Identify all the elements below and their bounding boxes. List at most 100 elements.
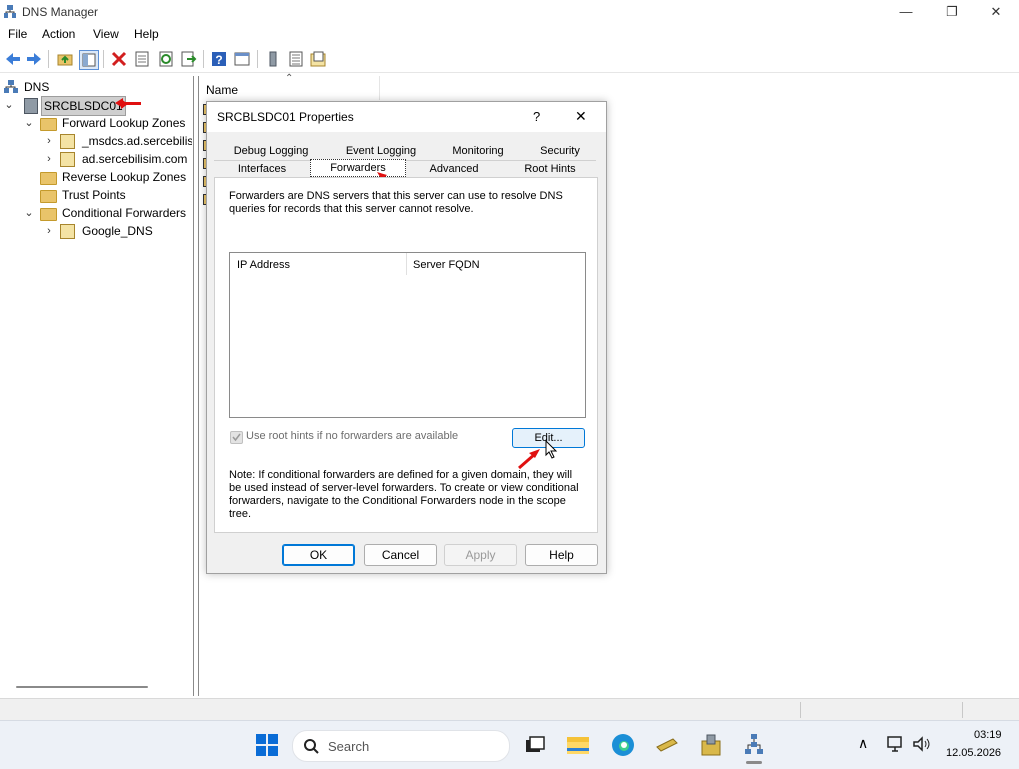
folder-icon xyxy=(40,118,57,131)
toolbar: ? xyxy=(0,46,1019,73)
chevron-down-icon[interactable]: ⌄ xyxy=(24,204,34,222)
task-view-icon[interactable] xyxy=(523,733,547,757)
tree-item-trust-points[interactable]: Trust Points xyxy=(24,186,126,204)
column-header-ip-address[interactable]: IP Address xyxy=(230,253,407,275)
annotation-arrow xyxy=(518,449,540,470)
action-pane-icon[interactable] xyxy=(233,50,251,68)
tab-event-logging[interactable]: Event Logging xyxy=(333,143,429,159)
dns-taskbar-icon[interactable] xyxy=(742,733,766,764)
dialog-close-button[interactable]: ✕ xyxy=(575,108,587,125)
tree-item-forward-lookup-zones[interactable]: ⌄ Forward Lookup Zones xyxy=(24,114,185,132)
svg-text:?: ? xyxy=(215,53,222,67)
back-icon[interactable] xyxy=(4,50,22,68)
tab-monitoring[interactable]: Monitoring xyxy=(437,143,519,159)
title-bar: DNS Manager — ❐ ✕ xyxy=(0,0,1019,24)
chevron-right-icon[interactable]: › xyxy=(44,150,54,168)
tab-root-hints[interactable]: Root Hints xyxy=(510,161,590,177)
menu-view[interactable]: View xyxy=(93,27,119,41)
column-header-label: Server FQDN xyxy=(413,259,480,271)
clock-time[interactable]: 03:19 xyxy=(974,729,1002,741)
dns-app-icon xyxy=(4,5,16,19)
network-icon[interactable] xyxy=(886,735,906,753)
server-icon[interactable] xyxy=(264,50,282,68)
zone-icon[interactable] xyxy=(309,50,327,68)
dialog-title: SRCBLSDC01 Properties xyxy=(217,110,354,124)
chevron-right-icon[interactable]: › xyxy=(44,222,54,240)
conditional-forwarders-note: Note: If conditional forwarders are defi… xyxy=(229,469,579,520)
export-list-icon[interactable] xyxy=(179,50,197,68)
maximize-button[interactable]: ❐ xyxy=(929,0,975,24)
tree-item-msdcs-zone[interactable]: › _msdcs.ad.sercebilisim xyxy=(44,132,192,150)
tree-item-dns[interactable]: DNS xyxy=(4,78,49,96)
root-hints-checkbox[interactable] xyxy=(230,431,243,444)
column-header-server-fqdn[interactable]: Server FQDN xyxy=(407,253,585,275)
file-explorer-icon[interactable] xyxy=(566,733,590,757)
minimize-button[interactable]: — xyxy=(883,0,929,24)
menu-file[interactable]: File xyxy=(8,27,27,41)
ok-button[interactable]: OK xyxy=(282,544,355,566)
show-hide-tree-icon[interactable] xyxy=(79,50,99,70)
menu-help[interactable]: Help xyxy=(134,27,159,41)
tree-label-server: SRCBLSDC01 xyxy=(41,96,126,116)
folder-icon xyxy=(40,172,57,185)
tree-item-ad-zone[interactable]: › ad.sercebilisim.com xyxy=(44,150,187,168)
folder-icon xyxy=(40,208,57,221)
dialog-help-button[interactable]: ? xyxy=(533,109,540,124)
clock-date[interactable]: 12.05.2026 xyxy=(946,747,1001,759)
horizontal-scrollbar[interactable] xyxy=(16,686,148,688)
tree-label: Reverse Lookup Zones xyxy=(62,170,187,184)
zone-icon xyxy=(60,134,75,149)
edge-browser-icon[interactable] xyxy=(611,733,635,757)
list-icon[interactable] xyxy=(287,50,305,68)
zone-icon xyxy=(60,152,75,167)
window-title: DNS Manager xyxy=(22,5,99,19)
refresh-icon[interactable] xyxy=(157,50,175,68)
properties-icon[interactable] xyxy=(133,50,151,68)
cancel-button[interactable]: Cancel xyxy=(364,544,437,566)
column-header-name[interactable]: ⌃ Name xyxy=(199,73,380,100)
console-tree: DNS ⌄ SRCBLSDC01 ⌄ Forward Lookup Zones … xyxy=(0,76,194,696)
help-button[interactable]: Help xyxy=(525,544,598,566)
tree-label: Trust Points xyxy=(62,188,126,202)
folder-icon xyxy=(40,190,57,203)
forwarders-table[interactable]: IP Address Server FQDN xyxy=(229,252,586,418)
taskbar-search-box[interactable]: Search xyxy=(292,730,510,762)
sort-ascending-icon: ⌃ xyxy=(285,73,294,84)
admin-tools-icon[interactable] xyxy=(699,733,723,757)
root-hints-label: Use root hints if no forwarders are avai… xyxy=(246,430,459,442)
dns-icon xyxy=(4,80,18,94)
tab-security[interactable]: Security xyxy=(527,143,593,159)
delete-icon[interactable] xyxy=(110,50,128,68)
menu-action[interactable]: Action xyxy=(42,27,75,41)
tab-interfaces[interactable]: Interfaces xyxy=(221,161,303,177)
chevron-down-icon[interactable]: ⌄ xyxy=(24,114,34,132)
search-placeholder: Search xyxy=(328,739,370,754)
column-header-label: Name xyxy=(206,83,239,97)
menu-bar: File Action View Help xyxy=(0,24,1019,44)
tree-label: Google_DNS xyxy=(82,224,153,238)
close-button[interactable]: ✕ xyxy=(973,0,1019,24)
volume-icon[interactable] xyxy=(912,735,932,753)
tree-item-google-dns[interactable]: › Google_DNS xyxy=(44,222,153,240)
column-header-label: IP Address xyxy=(237,259,290,271)
apply-button[interactable]: Apply xyxy=(444,544,517,566)
tab-debug-logging[interactable]: Debug Logging xyxy=(227,143,315,159)
windows-start-icon[interactable] xyxy=(255,733,279,757)
forward-icon[interactable] xyxy=(25,50,43,68)
search-icon xyxy=(304,739,319,754)
chevron-down-icon[interactable]: ⌄ xyxy=(4,96,14,114)
zone-icon xyxy=(60,224,75,239)
tree-item-reverse-lookup-zones[interactable]: Reverse Lookup Zones xyxy=(24,168,186,186)
up-folder-icon[interactable] xyxy=(56,50,74,68)
show-hidden-icons-chevron-icon[interactable]: ∧ xyxy=(858,735,868,752)
tab-advanced[interactable]: Advanced xyxy=(413,161,495,177)
mouse-cursor-icon xyxy=(545,440,558,459)
annotation-arrowhead xyxy=(115,98,123,108)
chevron-right-icon[interactable]: › xyxy=(44,132,54,150)
status-bar xyxy=(0,698,1019,721)
server-manager-icon[interactable] xyxy=(655,733,679,757)
help-icon[interactable]: ? xyxy=(210,50,228,68)
tree-label: _msdcs.ad.sercebilisim xyxy=(82,134,192,148)
tree-label: Forward Lookup Zones xyxy=(62,116,186,130)
tree-item-conditional-forwarders[interactable]: ⌄ Conditional Forwarders xyxy=(24,204,186,222)
